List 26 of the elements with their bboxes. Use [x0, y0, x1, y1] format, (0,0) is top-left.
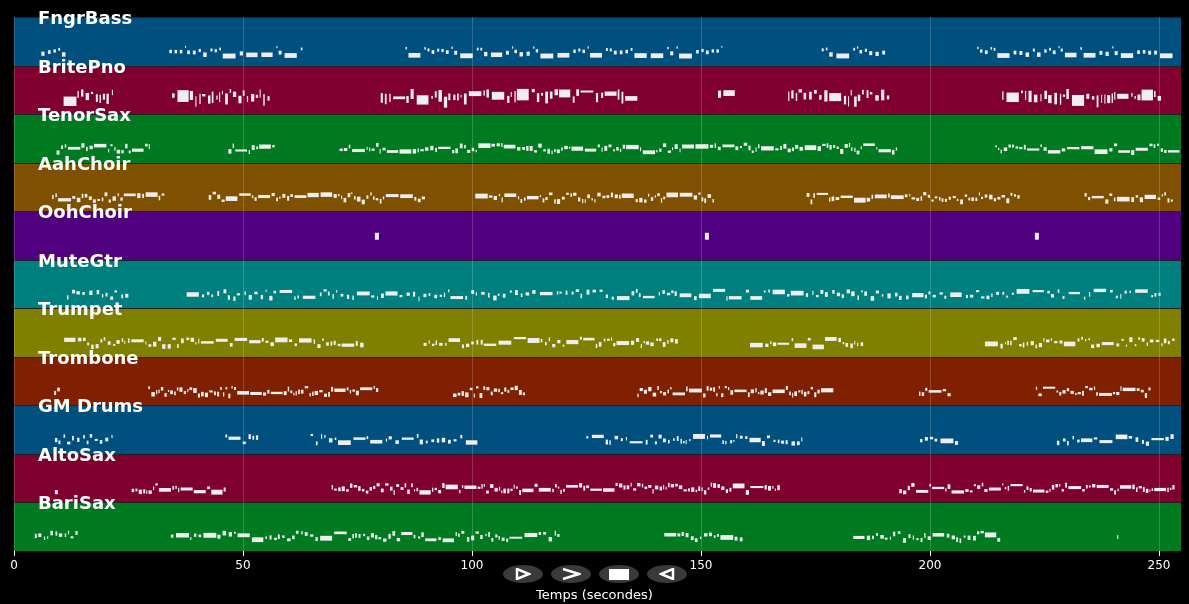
track-name: TenorSax — [38, 105, 131, 126]
stop-button[interactable] — [599, 565, 639, 583]
track-name: BritePno — [38, 56, 126, 77]
track-name: MuteGtr — [38, 250, 122, 271]
stop-icon — [609, 568, 629, 580]
track-name: BariSax — [38, 493, 116, 514]
tick-label: 0 — [10, 558, 18, 572]
track-name: Trumpet — [38, 299, 123, 320]
reverse-play-icon — [659, 568, 675, 580]
forward-button[interactable] — [551, 565, 591, 583]
track-name: GM Drums — [38, 396, 144, 417]
track-name: AltoSax — [38, 444, 116, 465]
tick-label: 100 — [460, 558, 484, 572]
tick-label: 200 — [918, 558, 942, 572]
track-name: OohChoir — [38, 202, 132, 223]
track-name: FngrBass — [38, 8, 133, 28]
track-name: AahChoir — [38, 153, 131, 174]
chevron-right-icon — [561, 568, 581, 580]
tick-label: 50 — [235, 558, 251, 572]
rewind-button[interactable] — [647, 565, 687, 583]
play-icon — [515, 568, 531, 580]
tick-label: 250 — [1147, 558, 1171, 572]
play-button[interactable] — [503, 565, 543, 583]
axis-title: Temps (secondes) — [536, 587, 653, 602]
track-name: Trombone — [38, 347, 139, 368]
tick-label: 150 — [689, 558, 713, 572]
